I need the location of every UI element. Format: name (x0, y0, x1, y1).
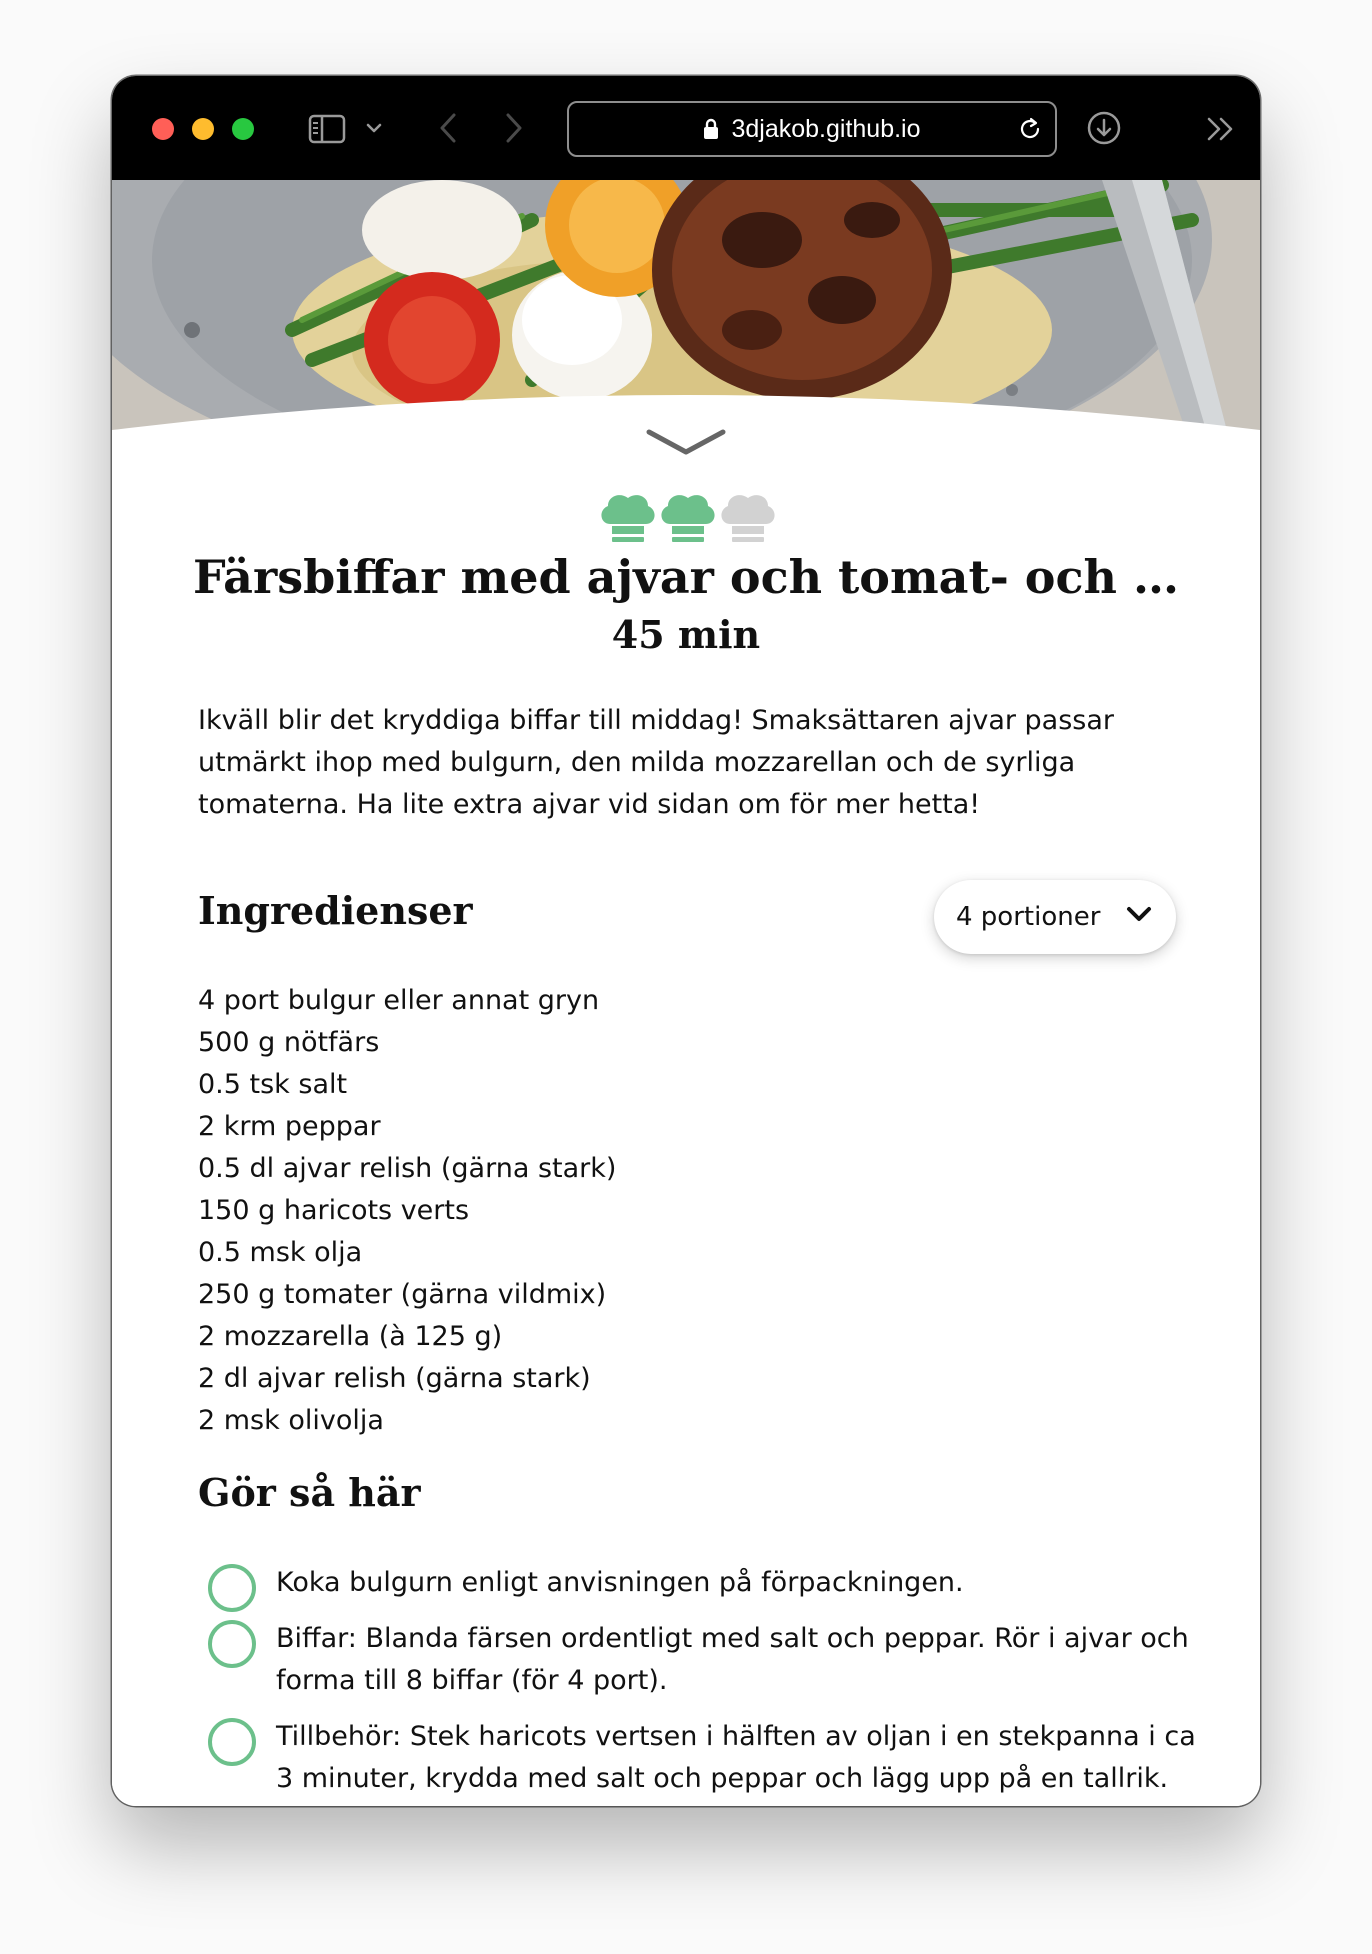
chef-hat-inactive-icon (721, 495, 775, 542)
recipe-hero-image (112, 180, 1260, 450)
steps-list: Koka bulgurn enligt anvisningen på förpa… (198, 1562, 1198, 1806)
lock-icon (704, 118, 719, 139)
forward-icon[interactable] (504, 112, 524, 144)
scroll-down-chevron-icon[interactable] (645, 428, 727, 458)
step-text: Koka bulgurn enligt anvisningen på förpa… (276, 1567, 964, 1598)
back-icon[interactable] (438, 112, 458, 144)
download-icon[interactable] (1086, 110, 1122, 146)
difficulty-rating (598, 490, 778, 546)
step-text: Tillbehör: Stek haricots vertsen i hälft… (276, 1721, 1196, 1794)
url-text: 3djakob.github.io (731, 114, 921, 143)
chevron-down-icon[interactable] (366, 123, 382, 135)
recipe-time: 45 min (611, 612, 761, 657)
ingredient-item: 2 mozzarella (à 125 g) (198, 1321, 503, 1352)
chef-hat-icon (661, 495, 715, 542)
browser-window: 3djakob.github.io Färsbiffar med ajvar o… (112, 76, 1260, 1806)
step-checkbox[interactable] (208, 1718, 256, 1766)
sidebar-icon[interactable] (308, 114, 346, 144)
step-text: Biffar: Blanda färsen ordentligt med sal… (276, 1623, 1189, 1696)
overflow-icon[interactable] (1206, 116, 1236, 142)
step-item: Koka bulgurn enligt anvisningen på förpa… (198, 1562, 1198, 1612)
recipe-title: Färsbiffar med ajvar och tomat- och … (193, 550, 1179, 604)
ingredients-list: 4 port bulgur eller annat gryn 500 g nöt… (198, 980, 616, 1442)
chef-hat-icon (601, 495, 655, 542)
ingredient-item: 2 msk olivolja (198, 1405, 384, 1436)
ingredient-item: 500 g nötfärs (198, 1027, 380, 1058)
page-content: Färsbiffar med ajvar och tomat- och … 45… (112, 180, 1260, 1806)
ingredient-item: 250 g tomater (gärna vildmix) (198, 1279, 607, 1310)
portions-dropdown[interactable]: 4 portioner (934, 880, 1176, 954)
step-checkbox[interactable] (208, 1564, 256, 1612)
step-item: Biffar: Blanda färsen ordentligt med sal… (198, 1618, 1198, 1702)
chevron-down-icon (1127, 907, 1151, 921)
portions-value: 4 portioner (956, 902, 1101, 932)
ingredient-item: 4 port bulgur eller annat gryn (198, 985, 600, 1016)
minimize-window-button[interactable] (192, 118, 214, 140)
reload-icon[interactable] (1019, 117, 1043, 143)
zoom-window-button[interactable] (232, 118, 254, 140)
step-checkbox[interactable] (208, 1620, 256, 1668)
ingredient-item: 0.5 msk olja (198, 1237, 363, 1268)
ingredient-item: 0.5 tsk salt (198, 1069, 348, 1100)
ingredients-heading: Ingredienser (198, 888, 473, 933)
ingredient-item: 0.5 dl ajvar relish (gärna stark) (198, 1153, 617, 1184)
ingredient-item: 2 dl ajvar relish (gärna stark) (198, 1363, 591, 1394)
ingredient-item: 150 g haricots verts (198, 1195, 470, 1226)
browser-toolbar: 3djakob.github.io (112, 76, 1260, 180)
step-item: Tillbehör: Stek haricots vertsen i hälft… (198, 1716, 1198, 1800)
address-bar[interactable]: 3djakob.github.io (567, 101, 1057, 157)
steps-heading: Gör så här (198, 1470, 421, 1515)
ingredient-item: 2 krm peppar (198, 1111, 381, 1142)
recipe-description: Ikväll blir det kryddiga biffar till mid… (198, 705, 1115, 820)
close-window-button[interactable] (152, 118, 174, 140)
